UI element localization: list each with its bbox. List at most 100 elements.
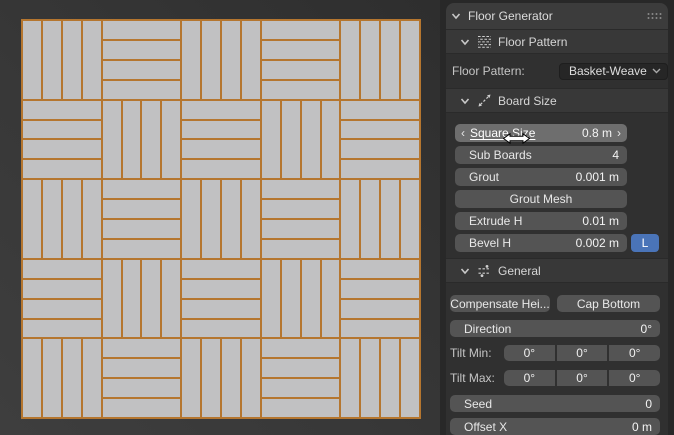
floor-board (222, 180, 240, 258)
floor-board (241, 339, 260, 417)
floor-board (42, 21, 61, 99)
drag-grip-icon[interactable] (647, 12, 662, 20)
floor-board (341, 21, 360, 99)
floor-board (361, 21, 380, 99)
tilt-min-y-field[interactable]: 0° (556, 345, 608, 361)
field-value: 0° (523, 346, 536, 360)
floor-board (162, 259, 181, 338)
floor-board (341, 259, 419, 278)
square-size-slider[interactable]: ‹ Square Size 0.8 m › (455, 124, 627, 142)
grout-mesh-button[interactable]: Grout Mesh (455, 190, 627, 208)
floor-square (182, 259, 260, 338)
floor-pattern-dropdown[interactable]: Basket-Weave (559, 62, 668, 80)
field-label: Offset X (464, 419, 508, 434)
floor-board (361, 180, 380, 258)
floor-square (182, 21, 260, 99)
field-value: 0° (523, 371, 536, 385)
floor-board (23, 120, 101, 139)
floor-board (261, 21, 340, 39)
compensate-height-button[interactable]: Compensate Hei... (450, 295, 550, 312)
floor-board (182, 339, 201, 417)
field-value: 0° (628, 371, 641, 385)
subpanel-header-floor-pattern[interactable]: Floor Pattern (446, 29, 668, 53)
floor-board (301, 100, 320, 179)
floor-board (23, 319, 101, 338)
grout-field[interactable]: Grout 0.001 m (455, 168, 627, 186)
floor-board (102, 220, 181, 238)
sub-boards-field[interactable]: Sub Boards 4 (455, 146, 627, 164)
slider-right-arrow[interactable]: › (615, 127, 623, 139)
tilt-min-x-field[interactable]: 0° (504, 345, 555, 361)
tilt-max-z-field[interactable]: 0° (609, 370, 661, 386)
seed-field[interactable]: Seed 0 (450, 395, 660, 412)
floor-board (182, 319, 260, 338)
chevron-down-icon[interactable] (451, 11, 461, 21)
floor-board (381, 339, 400, 417)
floor-board (122, 259, 141, 338)
lock-toggle-button[interactable]: L (631, 234, 659, 252)
field-value: 0° (576, 346, 588, 360)
tilt-max-y-field[interactable]: 0° (556, 370, 608, 386)
floor-board (102, 379, 181, 398)
extrude-h-field[interactable]: Extrude H 0.01 m (455, 212, 627, 230)
field-label: Direction (464, 321, 512, 336)
general-body: Compensate Hei... Cap Bottom Direction 0… (446, 282, 668, 435)
button-label: Grout Mesh (509, 192, 573, 206)
floor-square (182, 100, 260, 179)
panel-header-floor-generator[interactable]: Floor Generator (446, 3, 668, 29)
lock-label: L (641, 236, 649, 250)
tilt-min-z-field[interactable]: 0° (609, 345, 661, 361)
chevron-down-icon[interactable] (460, 37, 470, 47)
floor-board (23, 299, 101, 318)
field-value: 0.002 m (575, 236, 619, 250)
floor-board (182, 299, 260, 318)
floor-board (341, 319, 419, 338)
subpanel-title: Board Size (498, 93, 557, 108)
floor-square (261, 180, 340, 258)
floor-board (42, 180, 61, 258)
tilt-min-row: Tilt Min: 0° 0° 0° (450, 345, 661, 361)
floor-board (102, 100, 121, 179)
tilt-max-x-field[interactable]: 0° (504, 370, 555, 386)
field-value: 0 (645, 396, 652, 411)
floor-preview (21, 19, 421, 419)
chevron-down-icon[interactable] (460, 266, 470, 276)
floor-board (62, 180, 81, 258)
floor-square (102, 21, 181, 99)
floor-board (241, 21, 260, 99)
floor-board (202, 180, 220, 258)
floor-square (261, 21, 340, 99)
floor-board (261, 379, 340, 398)
floor-board (381, 21, 400, 99)
subpanel-header-board-size[interactable]: Board Size (446, 88, 668, 112)
floor-board (82, 339, 101, 417)
chevron-down-icon[interactable] (460, 96, 470, 106)
floor-board (261, 100, 280, 179)
bevel-h-field[interactable]: Bevel H 0.002 m (455, 234, 627, 252)
floor-board (401, 21, 420, 99)
floor-board (102, 399, 181, 418)
slider-left-arrow[interactable]: ‹ (459, 127, 467, 139)
offset-x-field[interactable]: Offset X 0 m (450, 418, 660, 435)
floor-board (42, 339, 61, 417)
floor-board (341, 140, 419, 159)
floor-square (23, 339, 101, 417)
floor-board (102, 359, 181, 378)
floor-board (182, 100, 260, 119)
floor-board (341, 339, 360, 417)
field-value: 0.01 m (582, 214, 619, 228)
viewport-3d[interactable] (0, 0, 530, 435)
field-value: 0° (628, 346, 641, 360)
floor-square (182, 180, 260, 258)
floor-square (102, 100, 181, 179)
floor-board (381, 180, 400, 258)
floor-board (23, 21, 41, 99)
board-size-body: ‹ Square Size 0.8 m › Sub Boards 4 Grout… (446, 112, 668, 258)
direction-field[interactable]: Direction 0° (450, 320, 660, 337)
subpanel-header-general[interactable]: General (446, 258, 668, 282)
floor-board (261, 40, 340, 59)
cap-bottom-button[interactable]: Cap Bottom (557, 295, 660, 312)
floor-square (23, 100, 101, 179)
field-value: 0 m (631, 419, 652, 434)
dimension-icon (477, 94, 492, 108)
